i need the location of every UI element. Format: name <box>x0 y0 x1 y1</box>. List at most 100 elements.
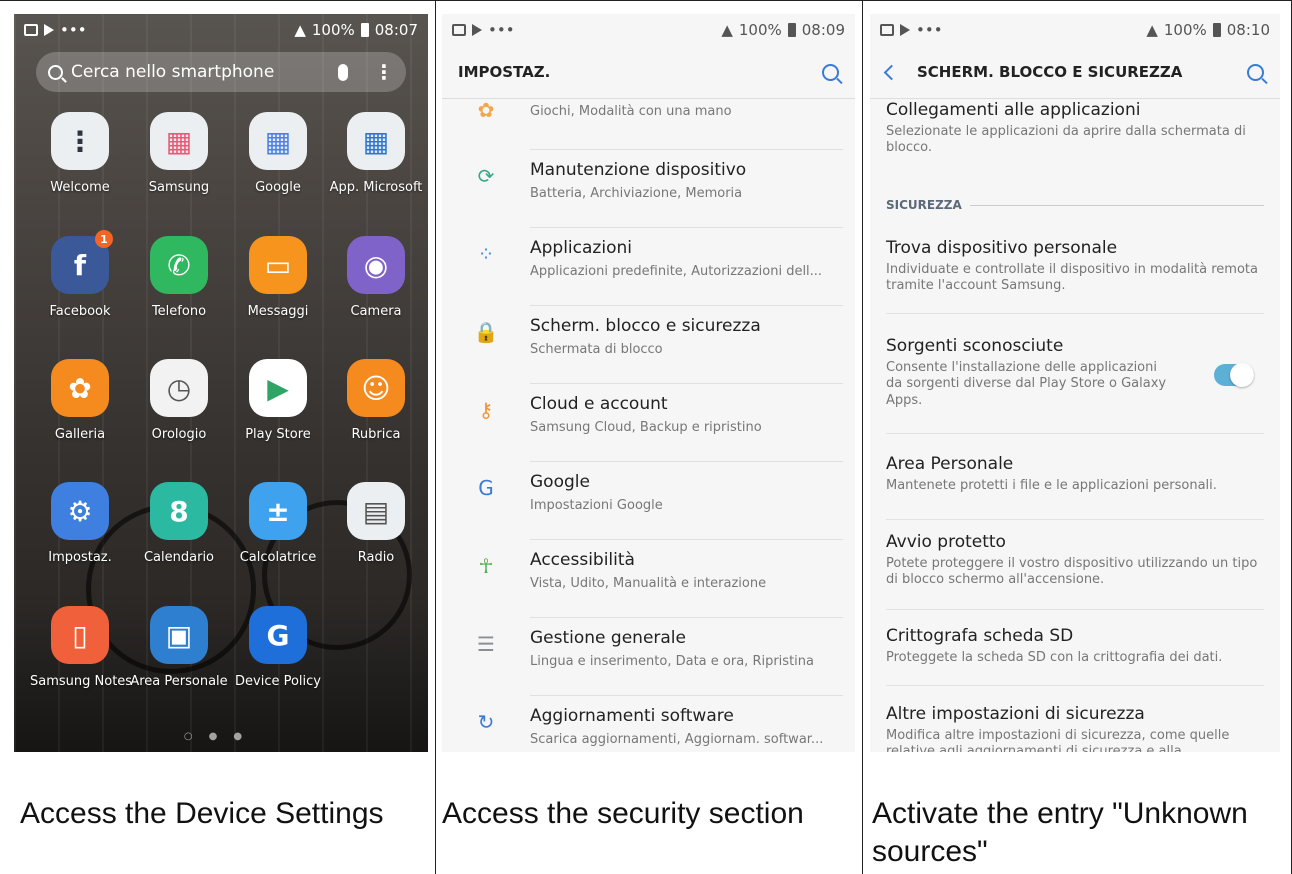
play-notification-icon <box>44 24 54 36</box>
google-icon: G <box>478 476 494 500</box>
page-title: SCHERM. BLOCCO E SICUREZZA <box>917 63 1183 81</box>
search-icon[interactable] <box>822 63 839 81</box>
more-options-icon[interactable]: ⋮ <box>374 62 394 82</box>
settings-row-body: Cloud e account Samsung Cloud, Backup e r… <box>530 384 843 462</box>
samsung-folder-icon: ▦ <box>150 112 208 170</box>
app-samsung-notes[interactable]: ▯ Samsung Notes <box>30 606 133 689</box>
gallery-notification-icon <box>880 24 894 36</box>
section-header-line <box>969 204 1264 206</box>
app-calendario[interactable]: 8 Calendario <box>129 482 229 565</box>
app-label: Samsung Notes <box>30 674 133 689</box>
app-app-microsoft[interactable]: ▦ App. Microsoft <box>326 112 426 195</box>
gallery-icon: ✿ <box>51 359 109 417</box>
settings-row-body: Scherm. blocco e sicurezza Schermata di b… <box>530 306 843 384</box>
app-samsung[interactable]: ▦ Samsung <box>129 112 229 195</box>
app-telefono[interactable]: ✆ Telefono <box>129 236 229 319</box>
app-label: Play Store <box>245 427 311 442</box>
settings-row-title: Google <box>530 472 590 492</box>
settings-row-subtitle: Giochi, Modalità con una mano <box>530 104 732 119</box>
app-google[interactable]: ▦ Google <box>228 112 328 195</box>
settings-row-google[interactable]: G Google Impostazioni Google <box>442 462 855 540</box>
settings-row-device-maintenance[interactable]: ⟳ Manutenzione dispositivo Batteria, Archi… <box>442 150 855 228</box>
device-maintenance-icon: ⟳ <box>477 164 495 188</box>
battery-level: 100% <box>1163 21 1207 39</box>
section-header-label: SICUREZZA <box>886 198 962 212</box>
setting-subtitle: Potete proteggere il vostro dispositivo … <box>886 556 1258 588</box>
setting-find-my-device[interactable]: Trova dispositivo personale Individuate … <box>886 238 1264 314</box>
setting-subtitle: Selezionate le applicazioni da aprire da… <box>886 124 1246 156</box>
app-facebook[interactable]: f 1 Facebook <box>30 230 130 319</box>
app-play-store[interactable]: ▶ Play Store <box>228 359 328 442</box>
settings-row-general-management[interactable]: ☰ Gestione generale Lingua e inserimento, … <box>442 618 855 696</box>
setting-title: Collegamenti alle applicazioni <box>886 100 1141 120</box>
search-icon <box>48 64 63 80</box>
app-calcolatrice[interactable]: ± Calcolatrice <box>228 482 328 565</box>
search-icon[interactable] <box>1247 63 1264 81</box>
setting-title: Sorgenti sconosciute <box>886 336 1064 356</box>
setting-unknown-sources[interactable]: Sorgenti sconosciute Consente l'installa… <box>886 336 1264 434</box>
setting-other-security[interactable]: Altre impostazioni di sicurezza Modifica… <box>886 704 1264 752</box>
app-galleria[interactable]: ✿ Galleria <box>30 359 130 442</box>
more-notifications-icon: ••• <box>916 21 943 39</box>
setting-title: Trova dispositivo personale <box>886 238 1118 258</box>
app-area-personale[interactable]: ▣ Area Personale <box>129 606 229 689</box>
battery-level: 100% <box>311 21 355 39</box>
settings-row-apps[interactable]: ⁘ Applicazioni Applicazioni predefinite, A… <box>442 228 855 306</box>
more-notifications-icon: ••• <box>488 21 515 39</box>
settings-row-key[interactable]: ⚷ Cloud e account Samsung Cloud, Backup e … <box>442 384 855 462</box>
clock-time: 08:10 <box>1226 21 1270 39</box>
settings-row-title: Accessibilità <box>530 550 635 570</box>
setting-subtitle: Modifica altre impostazioni di sicurezza… <box>886 728 1230 752</box>
back-arrow-icon[interactable] <box>883 64 900 80</box>
settings-row-software-update[interactable]: ↻ Aggiornamenti software Scarica aggiornam… <box>442 696 855 752</box>
setting-subtitle: Individuate e controllate il dispositivo… <box>886 262 1258 294</box>
settings-row-subtitle: Scarica aggiornamenti, Aggiornam. softwa… <box>530 732 824 747</box>
battery-level: 100% <box>738 21 782 39</box>
phone-icon: ✆ <box>150 236 208 294</box>
app-label: Galleria <box>54 427 106 442</box>
setting-secure-startup[interactable]: Avvio protetto Potete proteggere il vost… <box>886 532 1264 610</box>
microphone-icon[interactable] <box>338 63 348 81</box>
settings-row-lock[interactable]: 🔒 Scherm. blocco e sicurezza Schermata di … <box>442 306 855 384</box>
key-icon: ⚷ <box>478 398 494 422</box>
setting-secure-folder[interactable]: Area Personale Mantenete protetti i file… <box>886 454 1264 520</box>
more-notifications-icon: ••• <box>60 21 87 39</box>
settings-row-title: Manutenzione dispositivo <box>530 160 747 180</box>
home-search-bar[interactable]: Cerca nello smartphone ⋮ <box>36 52 406 92</box>
setting-encrypt-sd[interactable]: Crittografa scheda SD Proteggete la sche… <box>886 626 1264 686</box>
settings-row-accessibility[interactable]: ☥ Accessibilità Vista, Udito, Manualità e … <box>442 540 855 618</box>
unknown-sources-toggle[interactable] <box>1214 363 1254 387</box>
play-notification-icon <box>472 24 482 36</box>
setting-subtitle: Proteggete la scheda SD con la crittogra… <box>886 650 1223 665</box>
app-camera[interactable]: ◉ Camera <box>326 236 426 319</box>
settings-row-subtitle: Impostazioni Google <box>530 498 663 513</box>
app-label: Camera <box>350 304 402 319</box>
messages-icon: ▭ <box>249 236 307 294</box>
settings-row-subtitle: Schermata di blocco <box>530 342 663 357</box>
app-rubrica[interactable]: ☺ Rubrica <box>326 359 426 442</box>
app-impostaz[interactable]: ⚙ Impostaz. <box>30 482 130 565</box>
setting-app-shortcuts[interactable]: Collegamenti alle applicazioni Seleziona… <box>886 100 1264 180</box>
app-radio[interactable]: ▤ Radio <box>326 482 426 565</box>
settings-row-body: Manutenzione dispositivo Batteria, Archiv… <box>530 150 843 228</box>
lock-icon: 🔒 <box>473 320 499 344</box>
apps-icon: ⁘ <box>477 242 495 266</box>
app-welcome[interactable]: ⋮ Welcome <box>30 112 130 195</box>
security-app-bar: SCHERM. BLOCCO E SICUREZZA <box>870 46 1280 98</box>
battery-icon <box>787 23 796 37</box>
microsoft-folder-icon: ▦ <box>347 112 405 170</box>
app-orologio[interactable]: ◷ Orologio <box>129 359 229 442</box>
play-notification-icon <box>900 24 910 36</box>
app-label: Device Policy <box>235 674 321 689</box>
setting-subtitle: Consente l'installazione delle applicazi… <box>886 360 1167 408</box>
settings-row-body: Google Impostazioni Google <box>530 462 843 540</box>
signal-icon: ▲ <box>721 21 733 39</box>
settings-row-partial[interactable]: ✿ Giochi, Modalità con una mano <box>442 98 855 150</box>
facebook-icon: f1 <box>51 230 113 294</box>
app-device-policy[interactable]: G Device Policy <box>228 606 328 689</box>
settings-row-title: Gestione generale <box>530 628 686 648</box>
clock-time: 08:09 <box>801 21 845 39</box>
lock-security-screenshot: ••• ▲ 100% 08:10 SCHERM. BLOCCO E SICURE… <box>870 14 1280 752</box>
caption-step-1: Access the Device Settings <box>20 797 384 830</box>
app-messaggi[interactable]: ▭ Messaggi <box>228 236 328 319</box>
